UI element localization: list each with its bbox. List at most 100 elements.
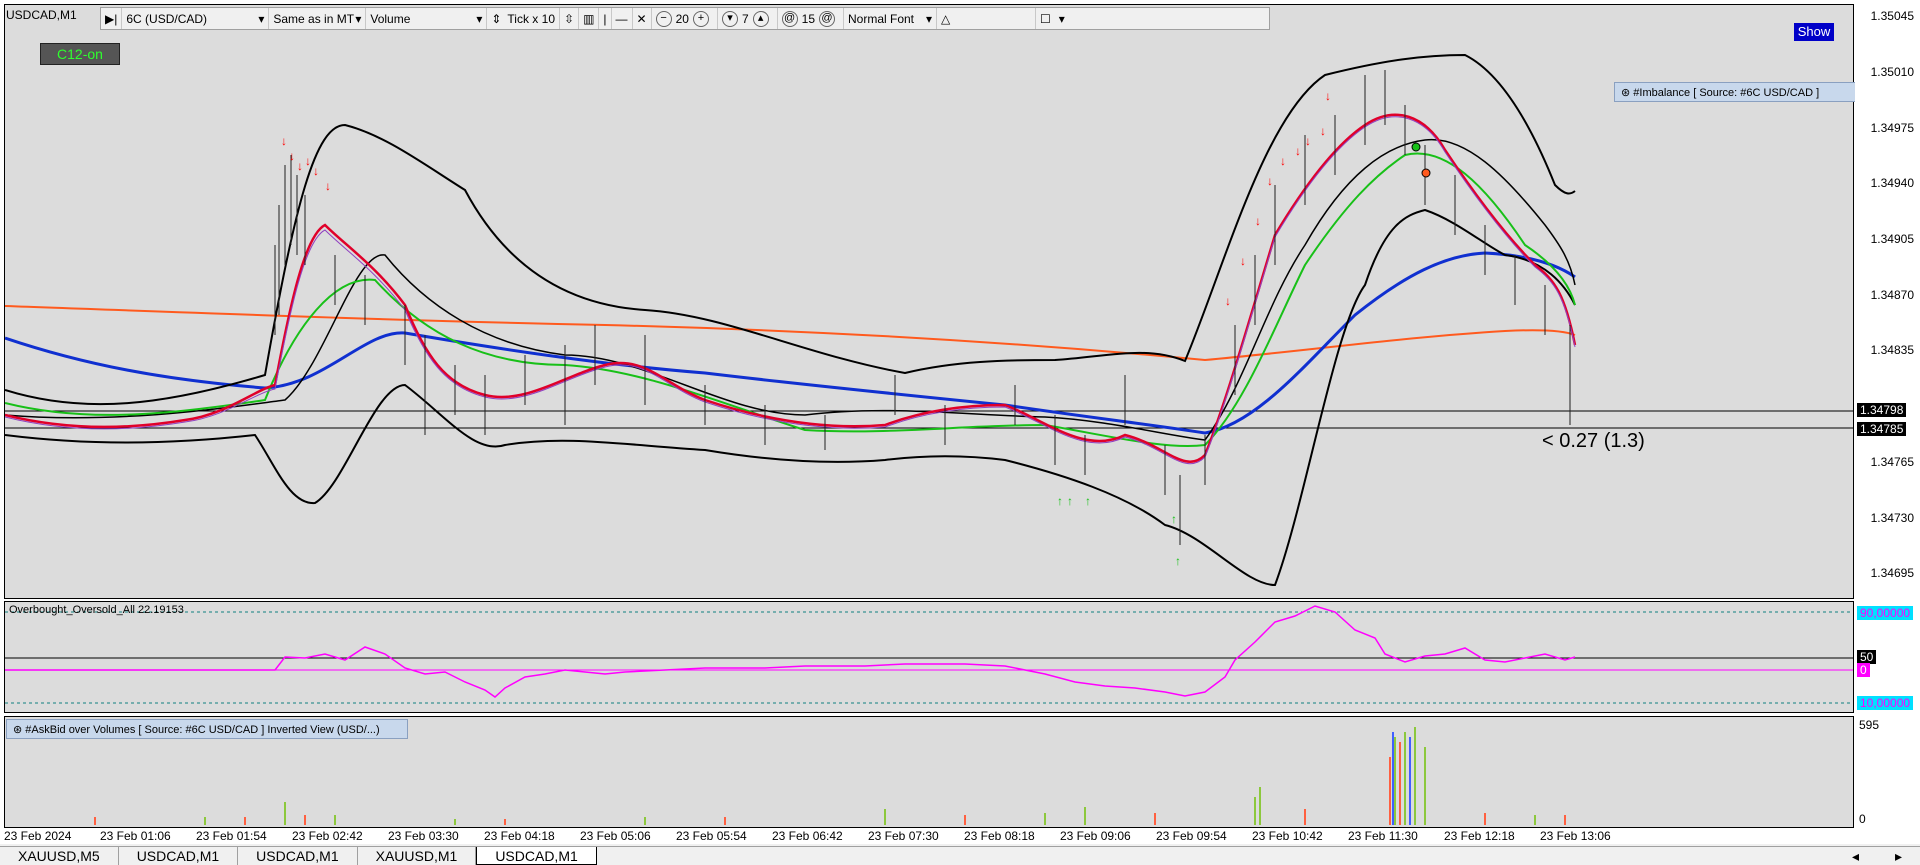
svg-text:↓: ↓: [313, 164, 319, 178]
svg-text:↓: ↓: [281, 134, 287, 148]
price-chart-svg: ↓↓↓ ↓↓↓ ↓↓↓ ↓↓↓ ↓↓↓ ↑ ↑ ↑ ↑↑: [4, 53, 1853, 587]
price-tick: 1.34975: [1870, 121, 1914, 135]
time-tick: 23 Feb 02:42: [292, 829, 363, 843]
hline-button[interactable]: —: [612, 8, 633, 29]
at-circle-icon[interactable]: @: [781, 10, 798, 27]
tab-usdcad-m1[interactable]: USDCAD,M1: [238, 847, 358, 865]
signal-dot-orange: [1421, 168, 1431, 178]
svg-text:↓: ↓: [1320, 124, 1326, 138]
stepper-20[interactable]: − 20 +: [652, 8, 718, 29]
gear-icon: ⊛: [1621, 87, 1634, 99]
stepper-20-value: 20: [675, 11, 689, 26]
bars-button[interactable]: ▥: [579, 8, 600, 29]
time-tick: 23 Feb 09:06: [1060, 829, 1131, 843]
time-tick: 23 Feb 08:18: [964, 829, 1035, 843]
time-tick: 23 Feb 05:06: [580, 829, 651, 843]
symbol-select-value: 6C (USD/CAD): [126, 11, 208, 26]
tick-control[interactable]: ⇕ Tick x 10: [487, 8, 560, 29]
time-tick: 23 Feb 12:18: [1444, 829, 1515, 843]
oscillator-panel[interactable]: [4, 601, 1854, 713]
time-tick: 23 Feb 2024: [4, 829, 72, 843]
tab-usdcad-m1-active[interactable]: USDCAD,M1: [476, 847, 597, 865]
square-icon: ☐: [1040, 11, 1051, 26]
mode-select[interactable]: Same as in MT ▾: [269, 8, 367, 29]
chevron-down-icon: ▾: [1058, 11, 1065, 26]
signal-dot-green: [1411, 142, 1421, 152]
price-annotation: < 0.27 (1.3): [1542, 430, 1645, 452]
askbid-tag-label: #AskBid over Volumes [ Source: #6C USD/C…: [25, 724, 380, 736]
svg-text:↓: ↓: [325, 179, 331, 193]
svg-text:↓: ↓: [1255, 214, 1261, 228]
gear-icon: ⊛: [13, 724, 26, 736]
tab-bar-spacer: [597, 847, 1834, 865]
price-tick: 1.34905: [1870, 232, 1914, 246]
at-circle-icon[interactable]: @: [819, 10, 835, 27]
price-bars: [274, 70, 1571, 545]
chevron-down-icon: ▾: [925, 11, 932, 26]
tab-scroll-left-button[interactable]: ◂: [1834, 847, 1877, 865]
triangle-icon: △: [941, 11, 951, 26]
price-tick: 1.34730: [1870, 511, 1914, 525]
tab-usdcad-m1[interactable]: USDCAD,M1: [119, 847, 239, 865]
type-select-value: Volume: [370, 11, 411, 26]
play-button[interactable]: ▶|: [101, 8, 123, 29]
vline-button[interactable]: |: [599, 8, 612, 29]
svg-text:↑: ↑: [1057, 494, 1063, 508]
osc-line: [5, 605, 1576, 698]
time-tick: 23 Feb 06:42: [772, 829, 843, 843]
stepper-7-value: 7: [741, 11, 749, 26]
imbalance-indicator-tag[interactable]: ⊛ #Imbalance [ Source: #6C USD/CAD ]: [1614, 82, 1886, 102]
font-select-value: Normal Font: [848, 11, 915, 26]
stepper-7[interactable]: ▾ 7 ▴: [718, 8, 778, 29]
tab-scroll-right-button[interactable]: ▸: [1877, 847, 1920, 865]
price-tick: 1.35010: [1870, 65, 1914, 79]
askbid-indicator-tag[interactable]: ⊛ #AskBid over Volumes [ Source: #6C USD…: [6, 719, 408, 739]
compress-button[interactable]: ⇳: [560, 8, 580, 29]
chart-symbol-title: USDCAD,M1: [6, 8, 77, 22]
svg-text:↓: ↓: [1280, 154, 1286, 168]
up-circle-icon[interactable]: ▴: [752, 10, 769, 27]
band-upper: [4, 53, 1576, 406]
price-axis[interactable]: 1.35045 1.35010 1.34975 1.34940 1.34905 …: [1855, 4, 1920, 828]
svg-text:↑: ↑: [1175, 554, 1181, 568]
time-tick: 23 Feb 07:30: [868, 829, 939, 843]
svg-text:↓: ↓: [297, 159, 303, 173]
plus-circle-icon[interactable]: +: [692, 10, 709, 27]
band-middle: [4, 138, 1576, 441]
show-button[interactable]: Show: [1794, 23, 1834, 41]
osc-lower-badge: 10,00000: [1857, 696, 1914, 710]
svg-text:↓: ↓: [1267, 174, 1273, 188]
ma-red-line: [4, 113, 1577, 463]
svg-text:↑: ↑: [1067, 494, 1073, 508]
svg-text:↓: ↓: [1325, 89, 1331, 103]
tab-xauusd-m5[interactable]: XAUUSD,M5: [0, 847, 119, 865]
stepper-15[interactable]: @ 15 @: [778, 8, 844, 29]
font-select[interactable]: Normal Font ▾: [844, 8, 937, 29]
time-axis: 23 Feb 2024 23 Feb 01:06 23 Feb 01:54 23…: [0, 829, 1855, 844]
symbol-select[interactable]: 6C (USD/CAD) ▾: [122, 8, 270, 29]
close-tool-button[interactable]: ✕: [633, 8, 652, 29]
price-panel[interactable]: ↓ ↓ ↓ ↓ ↓ ↓ ↓ ↓ ↓ ↓ ↓ ↓ ↓ ↓ ↓ ↑ ↑ ↑ ↑ ↑: [4, 4, 1854, 599]
price-tick: 1.34870: [1870, 288, 1914, 302]
triangle-button[interactable]: △: [937, 8, 1036, 29]
osc-mid-badge: 50: [1857, 650, 1877, 664]
bars-icon: ▥: [583, 11, 595, 26]
volume-axis-top: 595: [1859, 718, 1880, 732]
tab-xauusd-m1[interactable]: XAUUSD,M1: [358, 847, 477, 865]
osc-zero-badge: 0: [1857, 663, 1870, 677]
svg-text:↑: ↑: [1085, 494, 1091, 508]
type-select[interactable]: Volume ▾: [366, 8, 488, 29]
down-circle-icon[interactable]: ▾: [721, 10, 738, 27]
stepper-15-value: 15: [801, 11, 815, 26]
time-tick: 23 Feb 13:06: [1540, 829, 1611, 843]
time-tick: 23 Feb 09:54: [1156, 829, 1227, 843]
chevron-down-icon: ▾: [476, 11, 483, 26]
current-price-badge: 1.34798: [1857, 403, 1907, 417]
minus-circle-icon[interactable]: −: [655, 10, 672, 27]
window-button[interactable]: ☐ ▾: [1036, 8, 1069, 29]
vertical-line-icon: |: [603, 11, 607, 26]
bid-price-badge: 1.34785: [1857, 422, 1907, 436]
c12-button[interactable]: C12-on: [40, 43, 120, 65]
volume-axis-bottom: 0: [1859, 812, 1866, 826]
chevron-down-icon: ▾: [355, 11, 362, 26]
